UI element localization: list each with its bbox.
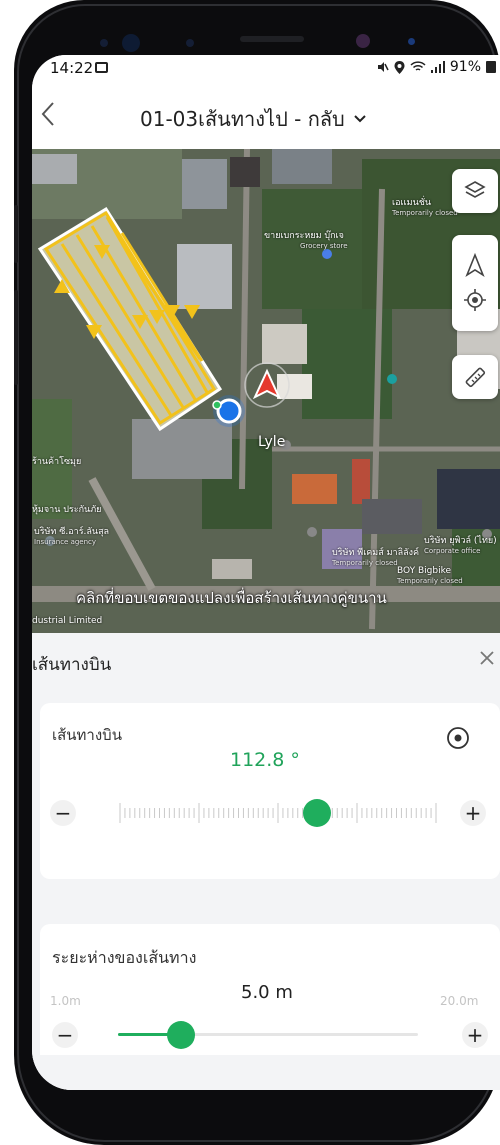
poi-name: BOY Bigbike <box>397 566 451 576</box>
back-button[interactable] <box>36 99 60 129</box>
poi-name: เอเเมนชั่น <box>392 198 431 208</box>
front-camera <box>122 34 140 52</box>
minus-icon: − <box>54 801 72 825</box>
spacing-max-label: 20.0m <box>440 994 479 1008</box>
poi-status: Temporarily closed <box>397 576 463 585</box>
plus-icon: + <box>464 801 482 825</box>
spacing-min-label: 1.0m <box>50 994 81 1008</box>
poi-name: บริษัท ซี.อาร์.ลันสุล <box>34 527 110 537</box>
poi-name: บริษัท ยุพิวล์ (ไทย) จำกัด <box>424 536 500 546</box>
sensor-dot <box>408 38 415 45</box>
panel-title: เส้นทางบิน <box>32 655 112 675</box>
poi-status: Corporate office <box>424 546 481 555</box>
earpiece <box>240 36 304 42</box>
spacing-label: ระยะห่างของเส้นทาง <box>52 948 197 967</box>
poi-status: Insurance agency <box>34 537 97 546</box>
poi-name: หุ้มจาน ประกันภัย <box>32 505 102 515</box>
battery-icon <box>486 61 496 73</box>
map-hint-text: คลิกที่ขอบเขตของแปลงเพื่อสร้างเส้นทางคู่… <box>76 589 387 607</box>
sensor-dot <box>100 39 108 47</box>
map-poi-label: บริษัท ซี.อาร์.ลันสุล Insurance agency <box>34 527 110 548</box>
reset-direction-icon[interactable] <box>445 725 471 751</box>
phone-screen: 14:22 91% 01-03เส้นทางไป - กลับ เอเเมนชั… <box>32 55 500 1090</box>
signal-icon <box>430 61 445 73</box>
status-icons: 91% <box>377 59 496 75</box>
mute-icon <box>377 62 389 72</box>
map-poi-label: dustrial Limited <box>32 616 103 627</box>
direction-dial-ticks[interactable] <box>116 799 440 827</box>
route-spacing-card: ระยะห่างของเส้นทาง 5.0 m 1.0m 20.0m − + <box>40 924 500 1072</box>
ruler-icon <box>465 367 486 388</box>
location-icon <box>394 60 405 74</box>
poi-status: Temporarily closed <box>332 558 398 567</box>
measure-ruler-button[interactable] <box>452 355 498 399</box>
flight-route-panel: เส้นทางบิน เส้นทางบิน 112.8 ° − + ระยะห่… <box>32 633 500 1090</box>
direction-slider-thumb[interactable] <box>302 799 331 827</box>
status-time: 14:22 <box>50 59 94 77</box>
satellite-map[interactable]: เอเเมนชั่น Temporarily closed ขายเบกระหย… <box>32 149 500 633</box>
map-poi-label: ขายเบกระหยม บุ๊กเจ Grocery store <box>264 231 348 252</box>
spacing-slider-thumb[interactable] <box>167 1021 195 1049</box>
direction-increase-button[interactable]: + <box>460 800 486 826</box>
direction-decrease-button[interactable]: − <box>50 800 76 826</box>
navigate-arrow-icon[interactable] <box>464 253 486 277</box>
poi-status: Temporarily closed <box>392 208 458 217</box>
poi-name: ร้านค้าโซมุย <box>32 457 82 467</box>
map-nav-group <box>452 235 498 331</box>
status-bar: 14:22 91% <box>32 55 500 81</box>
locate-me-icon[interactable] <box>462 287 488 313</box>
map-poi-label: BOY Bigbike Temporarily closed <box>397 566 463 587</box>
poi-status: Grocery store <box>300 241 348 250</box>
direction-value: 112.8 ° <box>230 749 300 771</box>
poi-name: dustrial Limited <box>32 616 103 626</box>
minus-icon: − <box>56 1023 74 1047</box>
gallery-notification-icon <box>95 62 108 73</box>
plus-icon: + <box>466 1023 484 1047</box>
app-header: 01-03เส้นทางไป - กลับ <box>32 81 500 149</box>
spacing-increase-button[interactable]: + <box>462 1022 488 1048</box>
close-icon[interactable] <box>475 643 500 673</box>
poi-name: ขายเบกระหยม บุ๊กเจ <box>264 231 344 241</box>
flight-direction-card: เส้นทางบิน 112.8 ° − + <box>40 703 500 879</box>
spacing-decrease-button[interactable]: − <box>52 1022 78 1048</box>
bottom-safe-area <box>32 1055 500 1090</box>
sensor-dot <box>356 34 370 48</box>
map-imagery <box>32 149 500 633</box>
spacing-slider-track[interactable] <box>118 1033 418 1036</box>
route-selector[interactable]: 01-03เส้นทางไป - กลับ <box>140 103 367 135</box>
wifi-icon <box>410 61 426 71</box>
drone-name-label: Lyle <box>258 434 286 450</box>
map-layers-button[interactable] <box>452 169 498 213</box>
map-poi-label: บริษัท ยุพิวล์ (ไทย) จำกัด Corporate off… <box>424 536 500 557</box>
chevron-down-icon <box>354 115 366 123</box>
map-poi-label: หุ้มจาน ประกันภัย <box>32 505 102 516</box>
map-poi-label: ร้านค้าโซมุย <box>32 457 82 468</box>
battery-level: 91% <box>449 59 481 75</box>
route-title: 01-03เส้นทางไป - กลับ <box>140 107 345 131</box>
map-poi-label: เอเเมนชั่น Temporarily closed <box>392 198 458 219</box>
poi-name: บริษัท พีเคมส์ มาลิลังค์ <box>332 548 420 558</box>
layers-icon <box>464 181 486 198</box>
volume-button <box>14 290 18 385</box>
direction-label: เส้นทางบิน <box>52 726 122 744</box>
sensor-dot <box>186 39 194 47</box>
spacing-value: 5.0 m <box>241 982 293 1003</box>
volume-button <box>14 205 18 263</box>
